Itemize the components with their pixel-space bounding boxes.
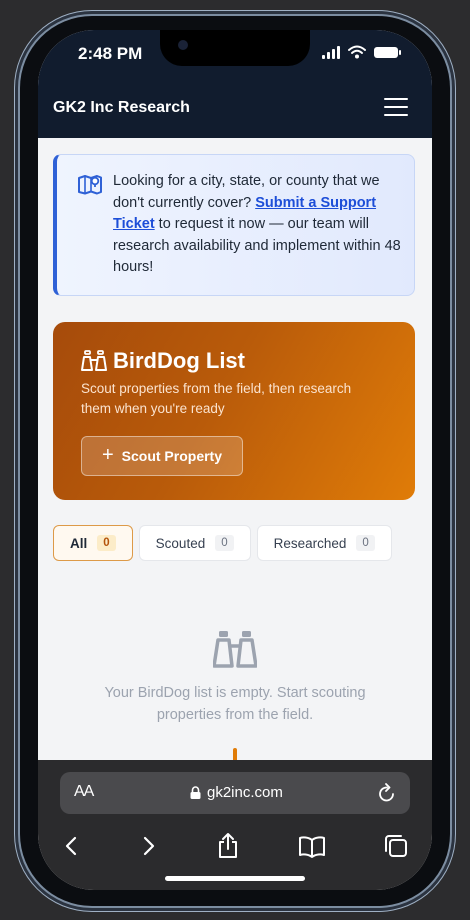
- loading-indicator: [233, 748, 237, 760]
- tab-count: 0: [215, 535, 234, 551]
- phone-screen: 2:48 PM GK2 Inc Research Looking for a c…: [38, 30, 432, 890]
- forward-icon[interactable]: [134, 832, 162, 860]
- scout-property-button[interactable]: + Scout Property: [81, 436, 243, 476]
- status-time: 2:48 PM: [78, 44, 143, 63]
- browser-nav: [38, 828, 432, 868]
- volume-down-button: [14, 316, 18, 374]
- tabs-icon[interactable]: [382, 832, 410, 860]
- tab-all[interactable]: All 0: [53, 525, 133, 561]
- address-bar[interactable]: AA gk2inc.com: [60, 772, 410, 814]
- tab-researched[interactable]: Researched 0: [256, 525, 392, 561]
- back-icon[interactable]: [58, 832, 86, 860]
- status-icons: [322, 45, 401, 59]
- battery-icon: [374, 46, 401, 58]
- birddog-subtitle: Scout properties from the field, then re…: [81, 381, 352, 416]
- text-size-button[interactable]: AA: [74, 783, 94, 801]
- share-icon[interactable]: [214, 832, 242, 860]
- browser-toolbar: AA gk2inc.com: [38, 760, 432, 890]
- tab-label: Researched: [273, 535, 347, 551]
- coverage-notice: Looking for a city, state, or county tha…: [53, 154, 415, 296]
- filter-tabs: All 0 Scouted 0 Researched 0: [53, 525, 392, 561]
- app-header: GK2 Inc Research: [38, 78, 432, 138]
- birddog-title: BirdDog List: [113, 348, 245, 373]
- binoculars-icon: [213, 631, 257, 668]
- url-display[interactable]: gk2inc.com: [190, 784, 283, 801]
- tab-count: 0: [97, 535, 116, 551]
- app-title: GK2 Inc Research: [53, 99, 190, 116]
- tab-label: All: [70, 535, 88, 551]
- reload-icon[interactable]: [378, 783, 396, 803]
- lock-icon: [190, 786, 201, 799]
- scout-property-label: Scout Property: [121, 448, 223, 464]
- map-icon: [78, 175, 102, 195]
- tab-scouted[interactable]: Scouted 0: [138, 525, 251, 561]
- camera-icon: [178, 40, 188, 50]
- menu-icon[interactable]: [384, 98, 408, 116]
- binoculars-icon: [81, 350, 107, 371]
- action-button: [14, 178, 18, 208]
- signal-icon: [322, 45, 340, 59]
- volume-up-button: [14, 238, 18, 296]
- power-button: [452, 258, 456, 350]
- bookmarks-icon[interactable]: [298, 832, 326, 860]
- main-content: Looking for a city, state, or county tha…: [38, 138, 432, 760]
- home-indicator[interactable]: [165, 876, 305, 881]
- notice-text: Looking for a city, state, or county tha…: [113, 173, 401, 275]
- birddog-card: BirdDog List Scout properties from the f…: [53, 322, 415, 500]
- url-text: gk2inc.com: [207, 784, 283, 801]
- dynamic-island: [160, 30, 310, 66]
- plus-icon: +: [101, 444, 114, 466]
- empty-state-text: Your BirdDog list is empty. Start scouti…: [104, 685, 366, 723]
- wifi-icon: [348, 45, 366, 59]
- tab-label: Scouted: [155, 535, 206, 551]
- tab-count: 0: [356, 535, 375, 551]
- status-bar: 2:48 PM: [38, 30, 432, 78]
